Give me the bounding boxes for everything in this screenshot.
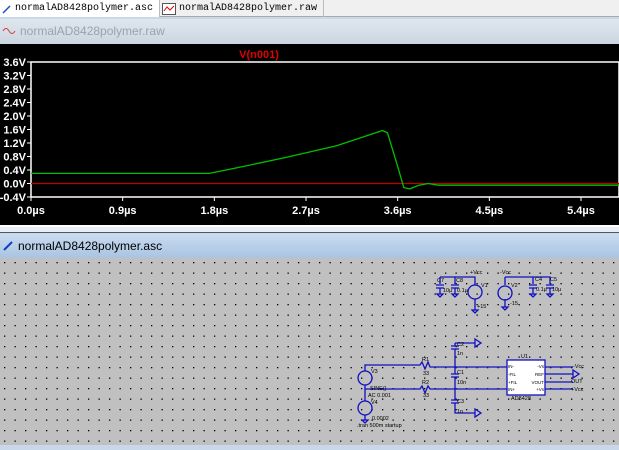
svg-text:C4: C4	[535, 277, 542, 283]
asc-window-titlebar[interactable]: normalAD8428polymer.asc	[0, 234, 619, 258]
svg-text:+Vcc: +Vcc	[571, 387, 584, 393]
svg-text:-Vs: -Vs	[537, 364, 545, 369]
svg-text:-FIL: -FIL	[508, 372, 516, 377]
svg-text:C8: C8	[456, 278, 463, 284]
x-tick-label: 1.8µs	[200, 205, 228, 217]
waveform-window-icon	[2, 28, 16, 34]
svg-text:IN-: IN-	[508, 364, 515, 369]
svg-text:+Vcc: +Vcc	[470, 270, 483, 276]
svg-text:R1: R1	[422, 357, 429, 363]
tab-asc[interactable]: normalAD8428polymer.asc	[0, 0, 161, 17]
svg-text:-Vcc: -Vcc	[573, 364, 584, 370]
svg-text:-Vcc: -Vcc	[500, 270, 511, 276]
schematic-icon	[2, 4, 11, 14]
trace-label[interactable]: V(n001)	[239, 49, 279, 61]
svg-text:AD8428: AD8428	[511, 396, 531, 402]
tab-label: normalAD8428polymer.raw	[179, 3, 318, 14]
y-tick-label: -0.4V	[0, 192, 27, 204]
svg-text:0.0002: 0.0002	[372, 416, 389, 422]
x-tick-label: 2.7µs	[292, 205, 320, 217]
window-separator[interactable]	[0, 225, 619, 233]
svg-text:V2: V2	[511, 283, 518, 289]
schematic-drawing: +Vcc V1 +15 C7 10µ C8 0.1µ -Vcc V2 -15 C…	[0, 258, 619, 445]
svg-text:R2: R2	[422, 380, 429, 386]
y-tick-label: 3.2V	[3, 71, 26, 83]
series-line-vn001	[31, 129, 619, 190]
svg-text:+FIL: +FIL	[508, 380, 518, 385]
raw-window-titlebar[interactable]: normalAD8428polymer.raw	[0, 19, 619, 43]
x-tick-label: 4.5µs	[475, 205, 503, 217]
svg-text:33: 33	[423, 393, 429, 399]
x-tick-label: 0.9µs	[109, 205, 137, 217]
svg-text:IN+: IN+	[508, 387, 516, 392]
svg-text:1n: 1n	[457, 351, 463, 357]
svg-text:V3: V3	[371, 369, 378, 375]
svg-text:1n: 1n	[457, 409, 463, 415]
svg-text:10µ: 10µ	[552, 287, 562, 293]
svg-text:0.1µ: 0.1µ	[457, 288, 469, 294]
svg-text:C1: C1	[457, 370, 464, 376]
y-tick-label: 2.0V	[3, 111, 26, 123]
svg-text:C3: C3	[457, 399, 464, 405]
y-tick-label: 2.4V	[3, 98, 26, 110]
svg-text:OUT: OUT	[571, 379, 583, 385]
svg-text:0.1µ: 0.1µ	[536, 287, 548, 293]
svg-text:V1: V1	[481, 283, 488, 289]
svg-text:33: 33	[423, 371, 429, 377]
svg-text:C2: C2	[457, 342, 464, 348]
svg-text:VOUT: VOUT	[531, 380, 544, 385]
svg-text:10µ: 10µ	[443, 288, 453, 294]
svg-text:C5: C5	[550, 277, 557, 283]
svg-text:+15: +15	[477, 304, 486, 310]
y-tick-label: 1.6V	[3, 125, 26, 137]
plot-frame	[30, 61, 619, 198]
svg-text:V4: V4	[371, 400, 378, 406]
svg-text:C7: C7	[437, 278, 444, 284]
svg-text:SINE(): SINE()	[370, 386, 387, 392]
svg-text:-15: -15	[510, 301, 518, 307]
schematic-canvas[interactable]: +Vcc V1 +15 C7 10µ C8 0.1µ -Vcc V2 -15 C…	[0, 258, 619, 445]
x-tick-label: 0.0µs	[17, 205, 45, 217]
y-tick-label: 1.2V	[3, 138, 26, 150]
tab-raw[interactable]: normalAD8428polymer.raw	[160, 0, 325, 17]
tab-label: normalAD8428polymer.asc	[15, 3, 154, 14]
x-tick-label: 3.6µs	[384, 205, 412, 217]
svg-text:AC 0.001: AC 0.001	[368, 393, 391, 399]
svg-text:+Vs: +Vs	[536, 387, 545, 392]
y-tick-label: 0.0V	[3, 179, 26, 191]
svg-text:REF: REF	[535, 372, 544, 377]
y-tick-label: 2.8V	[3, 84, 26, 96]
document-tabs: normalAD8428polymer.asc normalAD8428poly…	[0, 0, 619, 17]
raw-window-title: normalAD8428polymer.raw	[20, 24, 165, 38]
y-tick-label: 0.8V	[3, 152, 26, 164]
waveform-icon	[162, 2, 177, 15]
svg-text:10n: 10n	[457, 380, 466, 386]
asc-window-title: normalAD8428polymer.asc	[18, 239, 163, 253]
schematic-window-icon	[3, 241, 13, 251]
y-tick-label: 0.4V	[3, 165, 26, 177]
waveform-plot[interactable]: V(n001) 3.6V 3.2V 2.8V 2.4V 2.0V 1.6V 1.2V 0.8V…	[0, 44, 619, 225]
svg-text:U1: U1	[521, 354, 528, 360]
plot-canvas: V(n001) 3.6V 3.2V2.8V 2.4V2.0V 1.6V1.2V 0.8V…	[0, 49, 619, 217]
x-tick-label: 5.4µs	[567, 205, 595, 217]
svg-text:.tran 500m startup: .tran 500m startup	[357, 423, 402, 429]
y-tick-label: 3.6V	[3, 57, 26, 69]
